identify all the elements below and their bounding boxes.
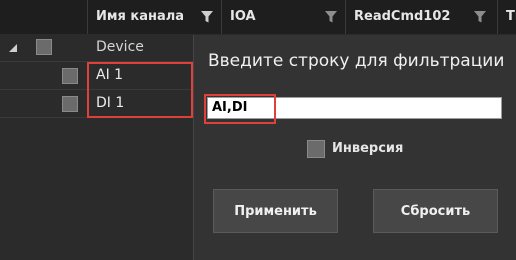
di1-checkbox[interactable] xyxy=(62,96,78,112)
header-channel-name-label: Имя канала xyxy=(96,9,185,24)
filter-popup: Введите строку для фильтрации AI,DI Инве… xyxy=(193,35,516,260)
header-blank xyxy=(0,0,88,34)
grid-header: Имя канала IOA ReadCmd102 Ти xyxy=(0,0,516,34)
header-partial-label: Ти xyxy=(506,9,516,24)
filter-icon[interactable] xyxy=(473,10,487,24)
header-partial[interactable]: Ти xyxy=(498,0,516,34)
filter-popup-title: Введите строку для фильтрации xyxy=(208,51,505,71)
apply-button[interactable]: Применить xyxy=(213,189,338,233)
highlight-box-rows xyxy=(87,62,193,118)
filter-icon[interactable] xyxy=(200,10,214,24)
header-channel-name[interactable]: Имя канала xyxy=(88,0,222,34)
header-readcmd[interactable]: ReadCmd102 xyxy=(346,0,498,34)
inversion-checkbox[interactable] xyxy=(307,140,325,158)
header-ioa[interactable]: IOA xyxy=(222,0,346,34)
device-checkbox[interactable] xyxy=(36,39,52,55)
header-readcmd-label: ReadCmd102 xyxy=(354,9,451,24)
device-label: Device xyxy=(96,39,144,55)
header-ioa-label: IOA xyxy=(230,9,256,24)
collapse-triangle-icon[interactable] xyxy=(9,44,18,53)
ai1-checkbox[interactable] xyxy=(62,68,78,84)
reset-button[interactable]: Сбросить xyxy=(373,189,498,233)
filter-icon[interactable] xyxy=(324,10,338,24)
highlight-box-input xyxy=(204,94,276,124)
inversion-label: Инверсия xyxy=(332,141,404,156)
